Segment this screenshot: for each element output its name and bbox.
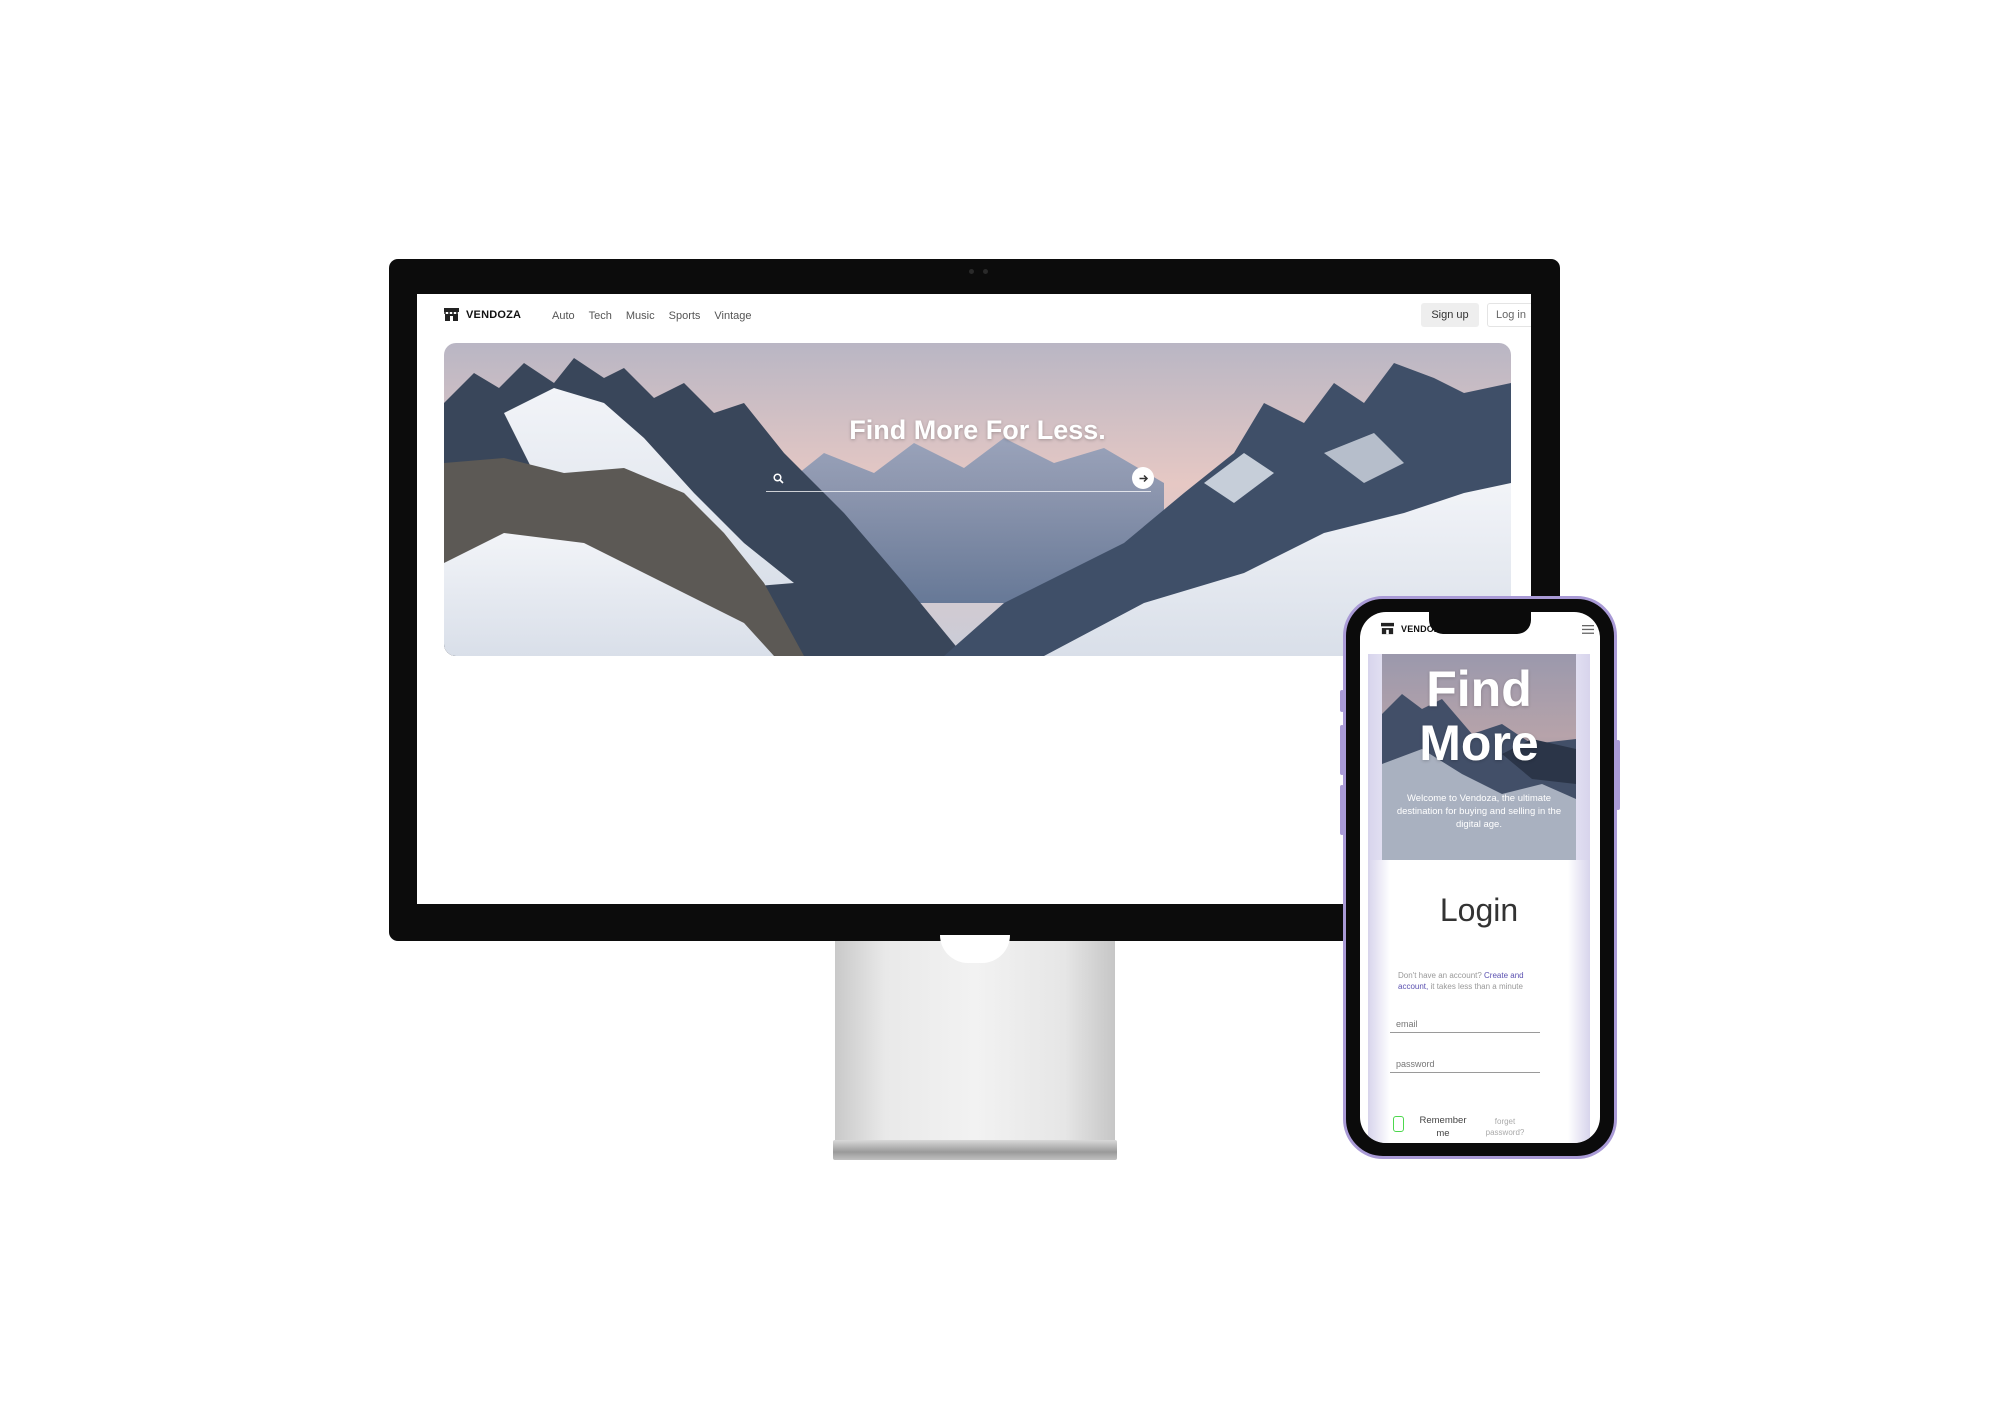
forgot-password-link[interactable]: forget password? xyxy=(1480,1116,1530,1138)
signup-note-suffix: it takes less than a minute xyxy=(1428,982,1523,991)
search-input[interactable] xyxy=(766,467,1154,492)
store-icon xyxy=(1380,622,1395,635)
remember-me-label: Remember me xyxy=(1419,1115,1467,1139)
mobile-hero-banner: Find More Welcome to Vendoza, the ultima… xyxy=(1382,654,1576,860)
signup-note: Don't have an account? Create and accoun… xyxy=(1398,970,1548,992)
camera-dot xyxy=(983,269,988,274)
mountain-image xyxy=(444,343,1511,656)
desktop-logo[interactable]: VENDOZA xyxy=(443,307,521,322)
camera-dot xyxy=(969,269,974,274)
remember-me-checkbox[interactable] xyxy=(1393,1116,1404,1132)
monitor-stand-base xyxy=(833,1140,1117,1160)
signup-note-text: Don't have an account? xyxy=(1398,971,1485,980)
signup-button[interactable]: Sign up xyxy=(1421,303,1479,327)
login-button[interactable]: Log in xyxy=(1487,303,1531,327)
store-icon xyxy=(443,307,460,322)
hamburger-menu-icon[interactable] xyxy=(1582,621,1594,639)
mobile-hero-section: Find More Welcome to Vendoza, the ultima… xyxy=(1368,654,1590,860)
mobile-hero-description: Welcome to Vendoza, the ultimate destina… xyxy=(1396,793,1562,830)
arrow-right-icon xyxy=(1139,474,1148,482)
email-field[interactable]: email xyxy=(1390,1013,1540,1033)
mobile-screen: VENDOZA Find More Welcome to Vendoza, th… xyxy=(1360,612,1600,1143)
search-submit-button[interactable] xyxy=(1132,467,1154,489)
hero-title: Find More For Less. xyxy=(849,415,1106,445)
mobile-hero-title: Find More xyxy=(1419,661,1539,771)
brand-name: VENDOZA xyxy=(466,308,522,321)
login-form: Login Don't have an account? Create and … xyxy=(1368,860,1590,1143)
nav-item-tech[interactable]: Tech xyxy=(589,310,612,322)
monitor-stand xyxy=(835,941,1115,1140)
phone-notch xyxy=(1429,612,1531,634)
hero-banner: Find More For Less. xyxy=(444,343,1511,656)
category-nav: Auto Tech Music Sports Vintage xyxy=(552,310,752,322)
mobile-phone: VENDOZA Find More Welcome to Vendoza, th… xyxy=(1343,596,1617,1159)
nav-item-sports[interactable]: Sports xyxy=(669,310,701,322)
nav-item-music[interactable]: Music xyxy=(626,310,655,322)
nav-item-auto[interactable]: Auto xyxy=(552,310,575,322)
login-title: Login xyxy=(1439,892,1519,928)
search-icon xyxy=(773,471,784,489)
nav-item-vintage[interactable]: Vintage xyxy=(714,310,751,322)
password-field[interactable]: password xyxy=(1390,1053,1540,1073)
